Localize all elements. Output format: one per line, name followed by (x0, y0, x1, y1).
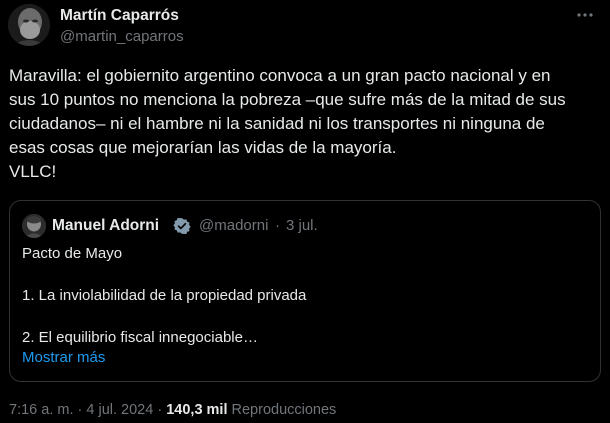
tweet-text-line: sus 10 puntos no menciona la pobreza –qu… (9, 90, 566, 109)
views-count: 140,3 mil (166, 402, 228, 418)
quoted-date[interactable]: 3 jul. (286, 217, 318, 235)
more-horizontal-icon (577, 13, 593, 17)
verified-badge-icon (173, 217, 191, 235)
tweet: Martín Caparrós @martin_caparros Maravil… (0, 0, 610, 423)
show-more-link[interactable]: Mostrar más (22, 348, 105, 368)
author-name-block: Martín Caparrós @martin_caparros (60, 6, 184, 47)
quoted-author-name[interactable]: Manuel Adorni (52, 217, 159, 235)
quoted-separator: · (275, 217, 280, 234)
quoted-text-line: 1. La inviolabilidad de la propiedad pri… (22, 287, 307, 304)
author-handle[interactable]: @martin_caparros (60, 27, 184, 47)
tweet-text-line: ciudadanos– ni el hambre ni la sanidad n… (9, 114, 545, 133)
views-label: Reproducciones (231, 402, 337, 418)
quoted-text-line: Pacto de Mayo (22, 245, 123, 262)
quoted-author-handle[interactable]: @madorni (199, 217, 268, 235)
quoted-text-line: 2. El equilibrio fiscal innegociable… (22, 329, 258, 346)
tweet-text-line: Maravilla: el gobiernito argentino convo… (9, 66, 551, 85)
tweet-metadata: 7:16 a. m. · 4 jul. 2024 · 140,3 mil Rep… (9, 400, 336, 420)
tweet-time[interactable]: 7:16 a. m. (9, 402, 73, 418)
meta-separator: · (157, 402, 163, 418)
quoted-tweet[interactable]: Manuel Adorni @madorni · 3 jul. Pacto de… (9, 200, 601, 382)
tweet-text-line: VLLC! (9, 162, 57, 181)
author-avatar[interactable] (8, 4, 50, 46)
tweet-date[interactable]: 4 jul. 2024 (86, 402, 153, 418)
quoted-avatar-image (22, 214, 46, 238)
tweet-header: Martín Caparrós @martin_caparros (8, 4, 602, 48)
tweet-text: Maravilla: el gobiernito argentino convo… (9, 64, 599, 184)
avatar-portrait-image (8, 4, 50, 46)
tweet-text-line: esas cosas que mejorarían las vidas de l… (9, 138, 397, 157)
author-display-name[interactable]: Martín Caparrós (60, 6, 184, 26)
meta-separator: · (77, 402, 83, 418)
more-options-button[interactable] (574, 8, 596, 28)
quoted-author-avatar[interactable] (22, 214, 46, 238)
